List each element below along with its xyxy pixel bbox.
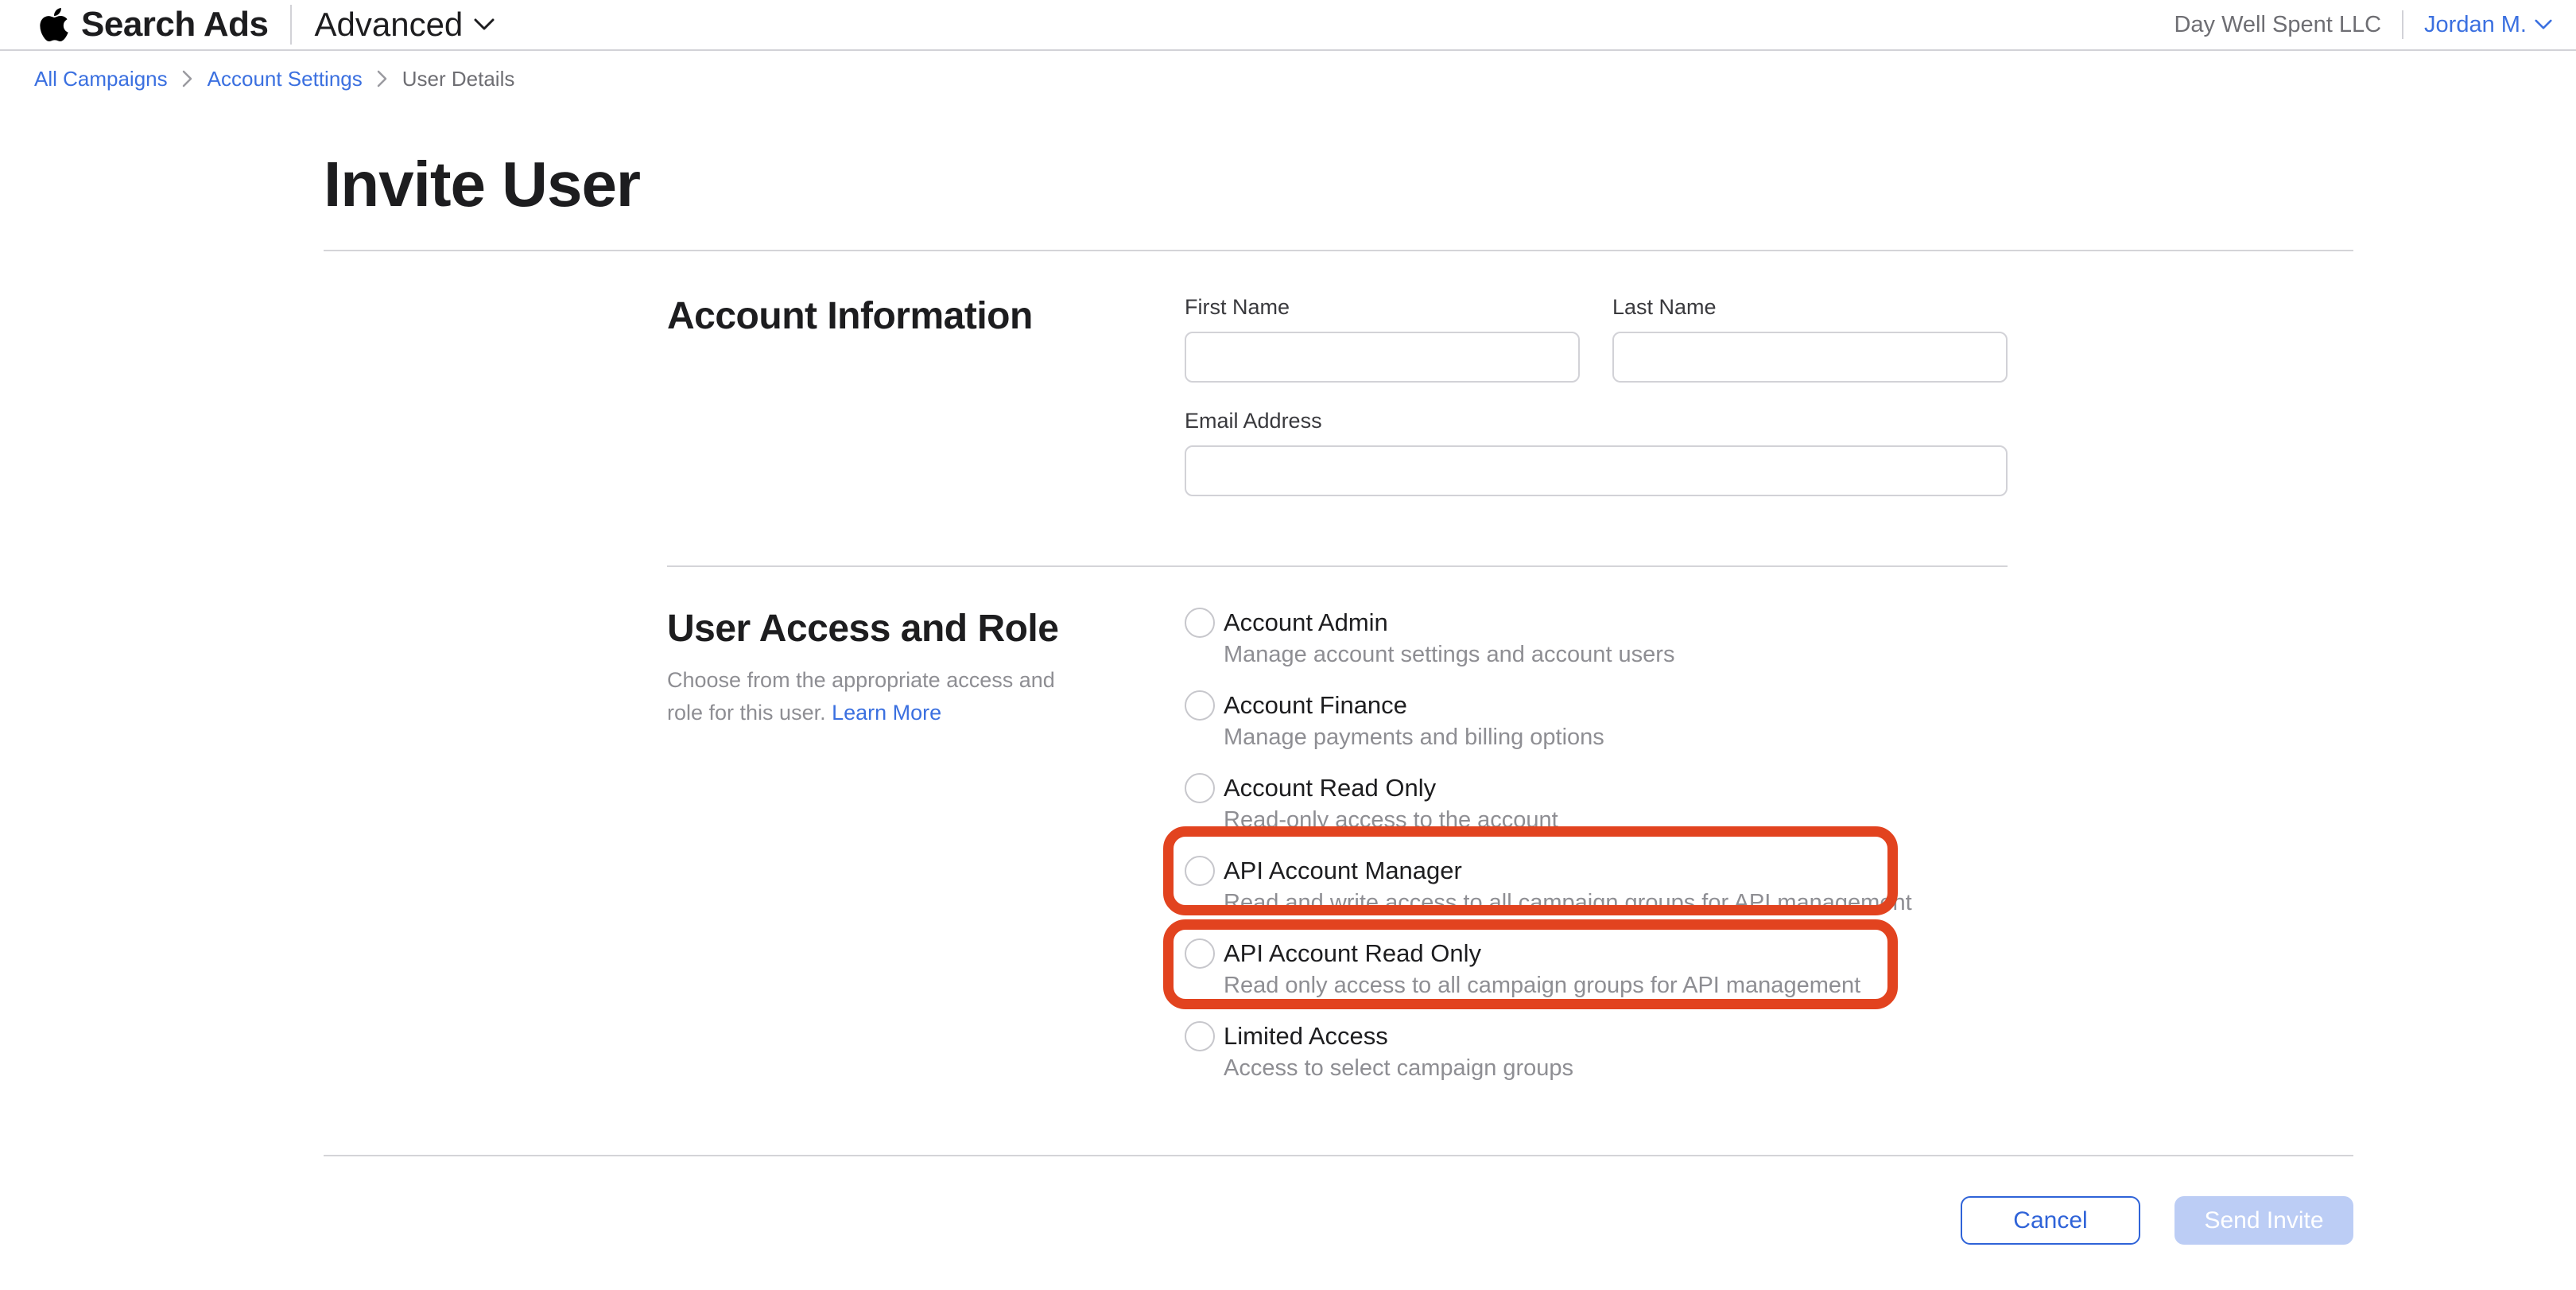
apple-logo-icon — [38, 6, 70, 44]
chevron-right-icon — [182, 69, 193, 88]
access-options: Account Admin Manage account settings an… — [1185, 607, 2008, 1103]
account-information-heading: Account Information — [667, 294, 1185, 339]
first-name-group: First Name — [1185, 294, 1580, 383]
breadcrumb: All Campaigns Account Settings User Deta… — [0, 51, 2576, 107]
radio-circle-icon[interactable] — [1185, 690, 1215, 721]
option-description: Read only access to all campaign groups … — [1224, 969, 2008, 1001]
send-invite-button[interactable]: Send Invite — [2174, 1196, 2353, 1245]
option-description: Access to select campaign groups — [1224, 1052, 2008, 1084]
radio-circle-icon[interactable] — [1185, 856, 1215, 886]
option-limited-access: Limited Access Access to select campaign… — [1185, 1020, 2008, 1103]
radio-api-account-manager[interactable]: API Account Manager — [1185, 855, 2008, 887]
radio-account-admin[interactable]: Account Admin — [1185, 607, 2008, 639]
chevron-down-icon — [474, 18, 495, 31]
user-access-section: User Access and Role Choose from the app… — [324, 567, 2353, 1103]
radio-circle-icon[interactable] — [1185, 773, 1215, 803]
nav-divider — [290, 5, 292, 45]
last-name-label: Last Name — [1612, 294, 2008, 321]
radio-circle-icon[interactable] — [1185, 938, 1215, 969]
user-menu[interactable]: Jordan M. — [2424, 12, 2552, 38]
radio-account-finance[interactable]: Account Finance — [1185, 690, 2008, 721]
product-name: Advanced — [314, 6, 463, 44]
option-description: Manage payments and billing options — [1224, 721, 2008, 753]
breadcrumb-user-details: User Details — [402, 67, 515, 91]
user-access-description: Choose from the appropriate access and r… — [667, 664, 1065, 729]
option-description: Read and write access to all campaign gr… — [1224, 887, 2008, 919]
option-label: Limited Access — [1224, 1020, 1388, 1052]
radio-circle-icon[interactable] — [1185, 1021, 1215, 1051]
breadcrumb-account-settings[interactable]: Account Settings — [208, 67, 363, 91]
chevron-right-icon — [377, 69, 388, 88]
account-information-section: Account Information First Name Last Name… — [324, 251, 2353, 565]
email-input[interactable] — [1185, 445, 2008, 496]
section-heading-column: User Access and Role Choose from the app… — [667, 607, 1185, 1103]
last-name-group: Last Name — [1612, 294, 2008, 383]
last-name-input[interactable] — [1612, 332, 2008, 383]
email-group: Email Address — [1185, 408, 2008, 496]
top-nav: Search Ads Advanced Day Well Spent LLC J… — [0, 0, 2576, 51]
option-description: Read-only access to the account — [1224, 804, 2008, 836]
user-access-heading: User Access and Role — [667, 607, 1185, 651]
radio-circle-icon[interactable] — [1185, 608, 1215, 638]
divider — [324, 1155, 2353, 1156]
account-information-form: First Name Last Name Email Address — [1185, 294, 2008, 496]
brand-home-link[interactable]: Search Ads — [38, 5, 268, 45]
radio-limited-access[interactable]: Limited Access — [1185, 1020, 2008, 1052]
chevron-down-icon — [2535, 19, 2552, 30]
option-account-read-only: Account Read Only Read-only access to th… — [1185, 772, 2008, 855]
option-description: Manage account settings and account user… — [1224, 639, 2008, 670]
option-label: API Account Manager — [1224, 855, 1462, 887]
option-account-admin: Account Admin Manage account settings an… — [1185, 607, 2008, 690]
option-account-finance: Account Finance Manage payments and bill… — [1185, 690, 2008, 772]
brand-name: Search Ads — [81, 5, 268, 45]
footer-actions: Cancel Send Invite — [324, 1196, 2353, 1245]
option-label: Account Admin — [1224, 607, 1388, 639]
first-name-input[interactable] — [1185, 332, 1580, 383]
page-title: Invite User — [324, 153, 2353, 216]
nav-divider — [2402, 10, 2403, 39]
name-fields-row: First Name Last Name — [1185, 294, 2008, 383]
organization-name: Day Well Spent LLC — [2174, 12, 2381, 38]
radio-account-read-only[interactable]: Account Read Only — [1185, 772, 2008, 804]
first-name-label: First Name — [1185, 294, 1580, 321]
nav-left: Search Ads Advanced — [38, 5, 495, 45]
email-label: Email Address — [1185, 408, 2008, 434]
radio-api-account-read-only[interactable]: API Account Read Only — [1185, 938, 2008, 969]
invite-user-page: Invite User Account Information First Na… — [324, 153, 2353, 1245]
cancel-button[interactable]: Cancel — [1961, 1196, 2140, 1245]
access-options-column: Account Admin Manage account settings an… — [1185, 607, 2008, 1103]
user-name: Jordan M. — [2424, 12, 2527, 38]
breadcrumb-all-campaigns[interactable]: All Campaigns — [34, 67, 168, 91]
option-label: Account Read Only — [1224, 772, 1436, 804]
option-label: Account Finance — [1224, 690, 1407, 721]
nav-right: Day Well Spent LLC Jordan M. — [2174, 10, 2552, 39]
learn-more-link[interactable]: Learn More — [832, 701, 941, 725]
section-heading-column: Account Information — [667, 294, 1185, 496]
option-api-account-read-only: API Account Read Only Read only access t… — [1185, 938, 2008, 1020]
option-api-account-manager: API Account Manager Read and write acces… — [1185, 855, 2008, 938]
option-label: API Account Read Only — [1224, 938, 1481, 969]
product-switcher[interactable]: Advanced — [314, 6, 495, 44]
